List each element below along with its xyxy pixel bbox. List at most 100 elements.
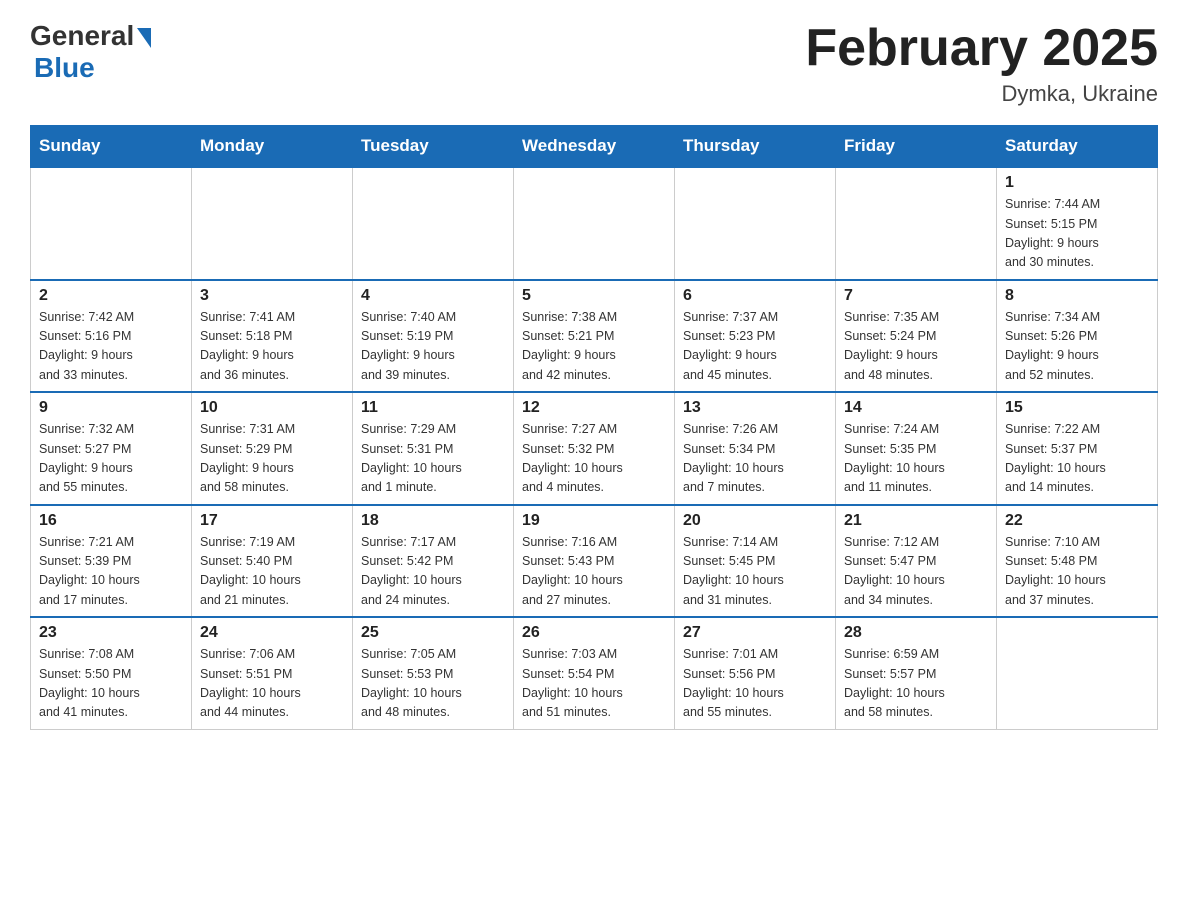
day-number: 2: [39, 287, 183, 305]
logo-general-text: General: [30, 20, 134, 52]
day-info: Sunrise: 7:35 AM Sunset: 5:24 PM Dayligh…: [844, 308, 988, 386]
calendar-cell: 4 Sunrise: 7:40 AM Sunset: 5:19 PM Daylig…: [353, 280, 514, 393]
week-row-4: 16Sunrise: 7:21 AM Sunset: 5:39 PM Dayli…: [31, 505, 1158, 618]
day-number: 20: [683, 512, 827, 530]
calendar-title: February 2025: [805, 20, 1158, 77]
calendar-cell: 20 Sunrise: 7:14 AM Sunset: 5:45 PM Dayli…: [675, 505, 836, 618]
calendar-cell: 27 Sunrise: 7:01 AM Sunset: 5:56 PM Dayli…: [675, 617, 836, 729]
weekday-header-tuesday: Tuesday: [353, 126, 514, 168]
calendar-cell: 1Sunrise: 7:44 AM Sunset: 5:15 PM Daylig…: [997, 167, 1158, 280]
calendar-cell: 7Sunrise: 7:35 AM Sunset: 5:24 PM Daylig…: [836, 280, 997, 393]
calendar-cell: 25 Sunrise: 7:05 AM Sunset: 5:53 PM Dayli…: [353, 617, 514, 729]
day-number: 26: [522, 624, 666, 642]
day-number: 21: [844, 512, 988, 530]
day-info: Sunrise: 7:40 AM Sunset: 5:19 PM Dayligh…: [361, 308, 505, 386]
calendar-cell: 11 Sunrise: 7:29 AM Sunset: 5:31 PM Dayli…: [353, 392, 514, 505]
day-info: Sunrise: 7:34 AM Sunset: 5:26 PM Dayligh…: [1005, 308, 1149, 386]
day-info: Sunrise: 7:08 AM Sunset: 5:50 PM Dayligh…: [39, 645, 183, 723]
calendar-cell: 28 Sunrise: 6:59 AM Sunset: 5:57 PM Dayli…: [836, 617, 997, 729]
day-number: 6: [683, 287, 827, 305]
week-row-1: 1Sunrise: 7:44 AM Sunset: 5:15 PM Daylig…: [31, 167, 1158, 280]
week-row-3: 9 Sunrise: 7:32 AM Sunset: 5:27 PM Daylig…: [31, 392, 1158, 505]
page-header: General Blue February 2025 Dymka, Ukrain…: [30, 20, 1158, 107]
day-number: 18: [361, 512, 505, 530]
week-row-5: 23 Sunrise: 7:08 AM Sunset: 5:50 PM Dayli…: [31, 617, 1158, 729]
day-number: 27: [683, 624, 827, 642]
calendar-cell: 17 Sunrise: 7:19 AM Sunset: 5:40 PM Dayli…: [192, 505, 353, 618]
day-number: 10: [200, 399, 344, 417]
day-info: Sunrise: 7:03 AM Sunset: 5:54 PM Dayligh…: [522, 645, 666, 723]
calendar-cell: [997, 617, 1158, 729]
day-number: 14: [844, 399, 988, 417]
calendar-cell: 24 Sunrise: 7:06 AM Sunset: 5:51 PM Dayli…: [192, 617, 353, 729]
day-info: Sunrise: 7:01 AM Sunset: 5:56 PM Dayligh…: [683, 645, 827, 723]
logo: General Blue: [30, 20, 151, 84]
calendar-cell: [353, 167, 514, 280]
day-number: 17: [200, 512, 344, 530]
day-number: 25: [361, 624, 505, 642]
day-info: Sunrise: 6:59 AM Sunset: 5:57 PM Dayligh…: [844, 645, 988, 723]
title-block: February 2025 Dymka, Ukraine: [805, 20, 1158, 107]
weekday-header-thursday: Thursday: [675, 126, 836, 168]
day-number: 9: [39, 399, 183, 417]
calendar-cell: 10 Sunrise: 7:31 AM Sunset: 5:29 PM Dayli…: [192, 392, 353, 505]
day-number: 12: [522, 399, 666, 417]
day-number: 4: [361, 287, 505, 305]
calendar-cell: [31, 167, 192, 280]
day-number: 13: [683, 399, 827, 417]
calendar-cell: 2 Sunrise: 7:42 AM Sunset: 5:16 PM Daylig…: [31, 280, 192, 393]
day-info: Sunrise: 7:06 AM Sunset: 5:51 PM Dayligh…: [200, 645, 344, 723]
day-info: Sunrise: 7:16 AM Sunset: 5:43 PM Dayligh…: [522, 533, 666, 611]
day-info: Sunrise: 7:05 AM Sunset: 5:53 PM Dayligh…: [361, 645, 505, 723]
day-info: Sunrise: 7:37 AM Sunset: 5:23 PM Dayligh…: [683, 308, 827, 386]
calendar-cell: 9 Sunrise: 7:32 AM Sunset: 5:27 PM Daylig…: [31, 392, 192, 505]
weekday-header-row: SundayMondayTuesdayWednesdayThursdayFrid…: [31, 126, 1158, 168]
weekday-header-friday: Friday: [836, 126, 997, 168]
day-number: 23: [39, 624, 183, 642]
calendar-cell: 12Sunrise: 7:27 AM Sunset: 5:32 PM Dayli…: [514, 392, 675, 505]
day-number: 3: [200, 287, 344, 305]
weekday-header-sunday: Sunday: [31, 126, 192, 168]
calendar-cell: [192, 167, 353, 280]
day-info: Sunrise: 7:19 AM Sunset: 5:40 PM Dayligh…: [200, 533, 344, 611]
calendar-cell: 23 Sunrise: 7:08 AM Sunset: 5:50 PM Dayli…: [31, 617, 192, 729]
day-info: Sunrise: 7:32 AM Sunset: 5:27 PM Dayligh…: [39, 420, 183, 498]
day-number: 1: [1005, 174, 1149, 192]
calendar-subtitle: Dymka, Ukraine: [805, 81, 1158, 107]
day-info: Sunrise: 7:42 AM Sunset: 5:16 PM Dayligh…: [39, 308, 183, 386]
day-info: Sunrise: 7:17 AM Sunset: 5:42 PM Dayligh…: [361, 533, 505, 611]
day-number: 11: [361, 399, 505, 417]
calendar-cell: 14 Sunrise: 7:24 AM Sunset: 5:35 PM Dayli…: [836, 392, 997, 505]
day-info: Sunrise: 7:14 AM Sunset: 5:45 PM Dayligh…: [683, 533, 827, 611]
calendar-cell: 22 Sunrise: 7:10 AM Sunset: 5:48 PM Dayli…: [997, 505, 1158, 618]
day-info: Sunrise: 7:12 AM Sunset: 5:47 PM Dayligh…: [844, 533, 988, 611]
day-info: Sunrise: 7:21 AM Sunset: 5:39 PM Dayligh…: [39, 533, 183, 611]
calendar-cell: 19 Sunrise: 7:16 AM Sunset: 5:43 PM Dayli…: [514, 505, 675, 618]
day-info: Sunrise: 7:26 AM Sunset: 5:34 PM Dayligh…: [683, 420, 827, 498]
day-number: 8: [1005, 287, 1149, 305]
day-info: Sunrise: 7:31 AM Sunset: 5:29 PM Dayligh…: [200, 420, 344, 498]
day-number: 24: [200, 624, 344, 642]
weekday-header-monday: Monday: [192, 126, 353, 168]
day-info: Sunrise: 7:38 AM Sunset: 5:21 PM Dayligh…: [522, 308, 666, 386]
day-number: 19: [522, 512, 666, 530]
calendar-cell: 16Sunrise: 7:21 AM Sunset: 5:39 PM Dayli…: [31, 505, 192, 618]
day-number: 5: [522, 287, 666, 305]
calendar-cell: [836, 167, 997, 280]
calendar-cell: 26 Sunrise: 7:03 AM Sunset: 5:54 PM Dayli…: [514, 617, 675, 729]
calendar-cell: 15Sunrise: 7:22 AM Sunset: 5:37 PM Dayli…: [997, 392, 1158, 505]
calendar-cell: 5 Sunrise: 7:38 AM Sunset: 5:21 PM Daylig…: [514, 280, 675, 393]
day-number: 15: [1005, 399, 1149, 417]
day-info: Sunrise: 7:10 AM Sunset: 5:48 PM Dayligh…: [1005, 533, 1149, 611]
weekday-header-saturday: Saturday: [997, 126, 1158, 168]
calendar-cell: 13 Sunrise: 7:26 AM Sunset: 5:34 PM Dayli…: [675, 392, 836, 505]
logo-blue-text: Blue: [34, 52, 95, 84]
calendar-cell: 21 Sunrise: 7:12 AM Sunset: 5:47 PM Dayli…: [836, 505, 997, 618]
day-number: 22: [1005, 512, 1149, 530]
day-info: Sunrise: 7:29 AM Sunset: 5:31 PM Dayligh…: [361, 420, 505, 498]
calendar-table: SundayMondayTuesdayWednesdayThursdayFrid…: [30, 125, 1158, 730]
weekday-header-wednesday: Wednesday: [514, 126, 675, 168]
day-number: 28: [844, 624, 988, 642]
logo-triangle-icon: [137, 28, 151, 48]
day-info: Sunrise: 7:24 AM Sunset: 5:35 PM Dayligh…: [844, 420, 988, 498]
